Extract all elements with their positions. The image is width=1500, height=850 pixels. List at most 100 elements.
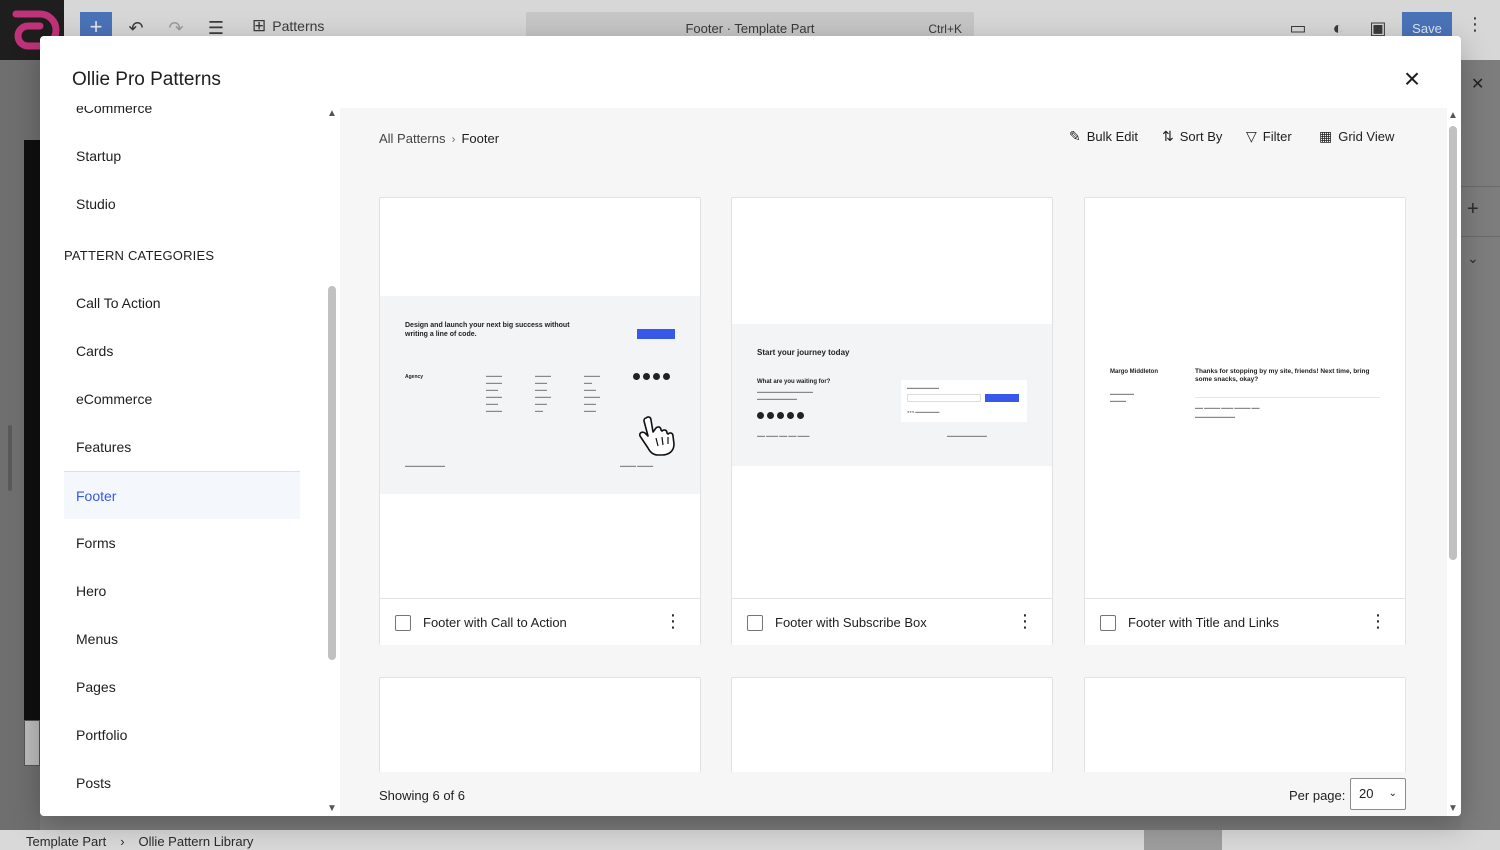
grid-scrollbar[interactable]: ▲ ▼	[1447, 108, 1461, 816]
patterns-icon: ⊞	[252, 16, 267, 35]
sidebar-item-hero[interactable]: Hero	[64, 567, 300, 615]
social-icon	[633, 373, 640, 380]
breadcrumb-current: Footer	[461, 131, 500, 146]
sidebar-item-call-to-action[interactable]: Call To Action	[64, 279, 300, 327]
per-page-value: 20	[1359, 786, 1374, 801]
breadcrumb-pattern-library[interactable]: Ollie Pattern Library	[139, 834, 254, 849]
pattern-card-footer: Footer with Call to Action ⋮	[380, 598, 700, 645]
patterns-label: Patterns	[272, 18, 325, 34]
pattern-card[interactable]	[1084, 677, 1406, 774]
modal-title: Ollie Pro Patterns	[72, 69, 221, 90]
sort-by-button[interactable]: ⇅ Sort By	[1162, 128, 1222, 145]
resize-handle[interactable]	[8, 425, 12, 491]
pattern-card[interactable]	[731, 677, 1053, 774]
chevron-down-icon[interactable]: ⌄	[1467, 250, 1479, 267]
grid-view-button[interactable]: ▦ Grid View	[1319, 128, 1394, 145]
preview-subscribe-text: ▬▬▬▬▬▬▬▬	[907, 385, 939, 390]
select-checkbox[interactable]	[747, 615, 763, 631]
scroll-down-icon[interactable]: ▼	[327, 803, 337, 814]
filter-icon: ▽	[1246, 128, 1257, 144]
sidebar-item-cards[interactable]: Cards	[64, 327, 300, 375]
pattern-name: Footer with Title and Links	[1128, 615, 1280, 630]
pattern-categories-heading: PATTERN CATEGORIES	[64, 248, 215, 263]
preview-headline: Design and launch your next big success …	[405, 322, 570, 338]
editor-breadcrumb-bar: Template Part › Ollie Pattern Library	[0, 830, 1500, 850]
filter-button[interactable]: ▽ Filter	[1246, 128, 1292, 145]
pattern-preview[interactable]: Margo Middleton ▬▬▬▬▬▬ ▬▬▬▬ Thanks for st…	[1085, 198, 1405, 598]
pattern-preview[interactable]	[1085, 678, 1405, 774]
breadcrumb-all-patterns[interactable]: All Patterns	[379, 131, 445, 146]
scroll-up-icon[interactable]: ▲	[1448, 110, 1458, 121]
sidebar-item-ecommerce[interactable]: eCommerce	[64, 375, 300, 423]
patterns-button[interactable]: ⊞ Patterns	[252, 16, 324, 36]
pattern-preview[interactable]	[732, 678, 1052, 774]
sort-by-label: Sort By	[1179, 129, 1223, 144]
grid-icon: ▦	[1319, 128, 1333, 144]
pattern-card[interactable]: Start your journey today What are you wa…	[731, 197, 1053, 645]
sort-icon: ⇅	[1162, 128, 1174, 144]
close-icon[interactable]: ×	[1396, 64, 1428, 96]
preview-copyright: ▬▬▬▬▬▬▬▬▬▬	[1195, 414, 1235, 419]
preview-subhead: What are you waiting for?	[757, 379, 831, 385]
panel-divider	[1461, 186, 1500, 187]
preview-subscribe-button	[985, 394, 1019, 402]
editor-settings-panel: ✕ + ⌄	[1461, 60, 1500, 830]
more-options-icon[interactable]: ⋮	[1466, 14, 1484, 35]
preview-copyright: ▬▬▬▬▬▬▬▬▬▬	[947, 433, 987, 438]
preview-message: Thanks for stopping by my site, friends!…	[1195, 368, 1370, 383]
pattern-card-footer: Footer with Subscribe Box ⋮	[732, 598, 1052, 645]
editor-canvas-block	[24, 720, 40, 766]
preview-link-column: ▬▬▬▬ ▬▬▬▬ ▬▬▬ ▬▬▬▬ ▬▬▬ ▬▬▬▬	[486, 373, 502, 413]
filter-label: Filter	[1262, 129, 1292, 144]
command-shortcut: Ctrl+K	[928, 22, 962, 36]
add-icon[interactable]: +	[1467, 198, 1479, 221]
sidebar-item-menus[interactable]: Menus	[64, 615, 300, 663]
grid-view-label: Grid View	[1338, 129, 1395, 144]
sidebar-item-footer[interactable]: Footer	[64, 471, 300, 519]
pattern-preview[interactable]: Start your journey today What are you wa…	[732, 198, 1052, 598]
chevron-down-icon: ⌄	[1388, 788, 1397, 799]
close-panel-icon[interactable]: ✕	[1471, 74, 1484, 94]
sidebar-scroll-thumb[interactable]	[328, 286, 336, 660]
breadcrumb-template-part[interactable]: Template Part	[26, 834, 106, 849]
sidebar-item-studio[interactable]: Studio	[64, 180, 300, 228]
pattern-preview[interactable]	[380, 678, 700, 774]
social-icon	[767, 412, 774, 419]
social-icon	[777, 412, 784, 419]
pattern-card[interactable]: Margo Middleton ▬▬▬▬▬▬ ▬▬▬▬ Thanks for st…	[1084, 197, 1406, 645]
bulk-edit-button[interactable]: ✎ Bulk Edit	[1069, 128, 1138, 145]
per-page-select[interactable]: 20 ⌄	[1350, 778, 1406, 810]
sidebar-item-portfolio[interactable]: Portfolio	[64, 711, 300, 759]
sidebar-scrollbar[interactable]: ▲ ▼	[326, 106, 340, 816]
sidebar-item-posts[interactable]: Posts	[64, 759, 300, 807]
social-icon	[653, 373, 660, 380]
preview-copyright: ▬▬▬▬▬▬▬▬▬▬	[405, 463, 445, 468]
pattern-card[interactable]	[379, 677, 701, 774]
preview-nav-links: ▬▬ ▬▬▬ ▬▬ ▬▬ ▬▬▬	[757, 433, 810, 438]
pattern-preview[interactable]: Design and launch your next big success …	[380, 198, 700, 598]
pencil-icon: ✎	[1069, 128, 1081, 144]
preview-divider	[1195, 397, 1380, 398]
sidebar-item-features[interactable]: Features	[64, 423, 300, 471]
scroll-up-icon[interactable]: ▲	[327, 108, 337, 119]
select-checkbox[interactable]	[1100, 615, 1116, 631]
hand-cursor-icon	[636, 414, 682, 463]
more-options-icon[interactable]: ⋮	[1369, 609, 1387, 635]
more-options-icon[interactable]: ⋮	[664, 609, 682, 635]
breadcrumb: All Patterns › Footer	[379, 131, 499, 146]
select-checkbox[interactable]	[395, 615, 411, 631]
sidebar-item-pages[interactable]: Pages	[64, 663, 300, 711]
breadcrumb-separator-icon: ›	[120, 834, 125, 849]
sidebar-item-ecommerce-collection[interactable]: eCommerce	[64, 106, 300, 132]
category-sidebar: eCommerce Startup Studio PATTERN CATEGOR…	[40, 106, 340, 816]
more-options-icon[interactable]: ⋮	[1016, 609, 1034, 635]
status-badge	[1144, 830, 1222, 850]
preview-legal-links: ▬▬▬▬ ▬▬▬▬	[620, 463, 654, 468]
sidebar-item-startup[interactable]: Startup	[64, 132, 300, 180]
pagination-bar: Showing 6 of 6 Per page: 20 ⌄	[340, 772, 1447, 816]
scroll-down-icon[interactable]: ▼	[1448, 803, 1458, 814]
grid-scroll-thumb[interactable]	[1449, 126, 1457, 560]
sidebar-item-forms[interactable]: Forms	[64, 519, 300, 567]
preview-footer-block: Start your journey today What are you wa…	[732, 324, 1052, 466]
pattern-name: Footer with Call to Action	[423, 615, 567, 630]
